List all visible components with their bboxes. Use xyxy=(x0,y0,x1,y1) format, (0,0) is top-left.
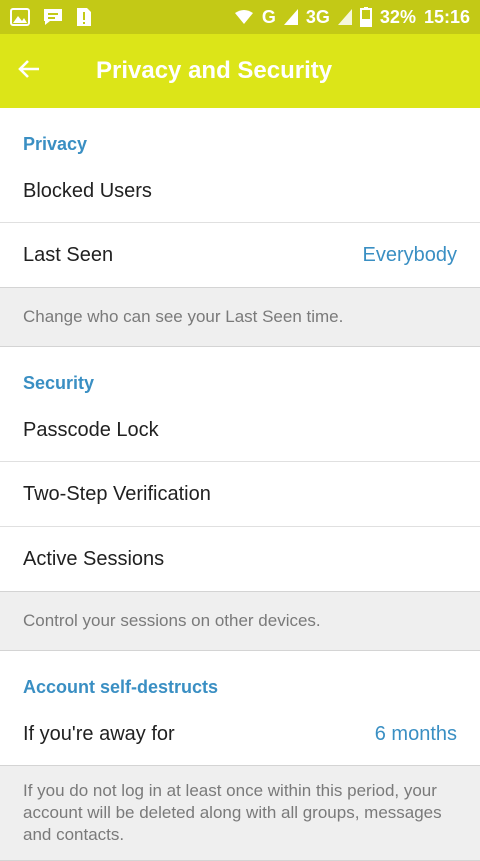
chat-icon xyxy=(42,7,64,27)
security-info: Control your sessions on other devices. xyxy=(0,591,480,651)
battery-percent: 32% xyxy=(379,6,416,27)
signal-icon xyxy=(283,9,298,25)
two-step-verification-item[interactable]: Two-Step Verification xyxy=(0,462,480,526)
network-type-3g: 3G xyxy=(305,6,330,27)
last-seen-label: Last Seen xyxy=(23,243,114,266)
wifi-icon xyxy=(234,9,254,25)
away-for-value: 6 months xyxy=(374,723,457,745)
self-destruct-section: Account self-destructs If you're away fo… xyxy=(0,651,480,861)
last-seen-value: Everybody xyxy=(362,243,458,266)
self-destruct-info: If you do not log in at least once withi… xyxy=(0,765,480,861)
alert-icon xyxy=(76,7,92,27)
security-section: Security Passcode Lock Two-Step Verifica… xyxy=(0,347,480,651)
app-bar: Privacy and Security xyxy=(0,34,480,108)
last-seen-item[interactable]: Last Seen Everybody xyxy=(0,223,480,287)
signal-3g-icon xyxy=(337,9,352,25)
page-title: Privacy and Security xyxy=(96,57,333,84)
active-sessions-label: Active Sessions xyxy=(23,547,165,570)
blocked-users-label: Blocked Users xyxy=(23,180,152,202)
blocked-users-item[interactable]: Blocked Users xyxy=(0,174,480,222)
two-step-verification-label: Two-Step Verification xyxy=(23,482,211,505)
away-for-label: If you're away for xyxy=(23,723,175,745)
battery-icon xyxy=(359,7,372,27)
privacy-info: Change who can see your Last Seen time. xyxy=(0,287,480,347)
clock: 15:16 xyxy=(423,6,470,27)
passcode-lock-label: Passcode Lock xyxy=(23,419,159,441)
arrow-left-icon xyxy=(18,59,40,84)
active-sessions-item[interactable]: Active Sessions xyxy=(0,527,480,591)
back-button[interactable] xyxy=(18,51,58,91)
network-type-g: G xyxy=(261,6,276,27)
away-for-item[interactable]: If you're away for 6 months xyxy=(0,717,480,765)
self-destruct-header: Account self-destructs xyxy=(23,676,219,697)
image-icon xyxy=(10,8,30,26)
privacy-header: Privacy xyxy=(23,133,88,154)
status-bar: G 3G 32% 15:16 xyxy=(0,0,480,34)
privacy-section: Privacy Blocked Users Last Seen Everybod… xyxy=(0,108,480,347)
security-header: Security xyxy=(23,372,95,393)
passcode-lock-item[interactable]: Passcode Lock xyxy=(0,413,480,461)
